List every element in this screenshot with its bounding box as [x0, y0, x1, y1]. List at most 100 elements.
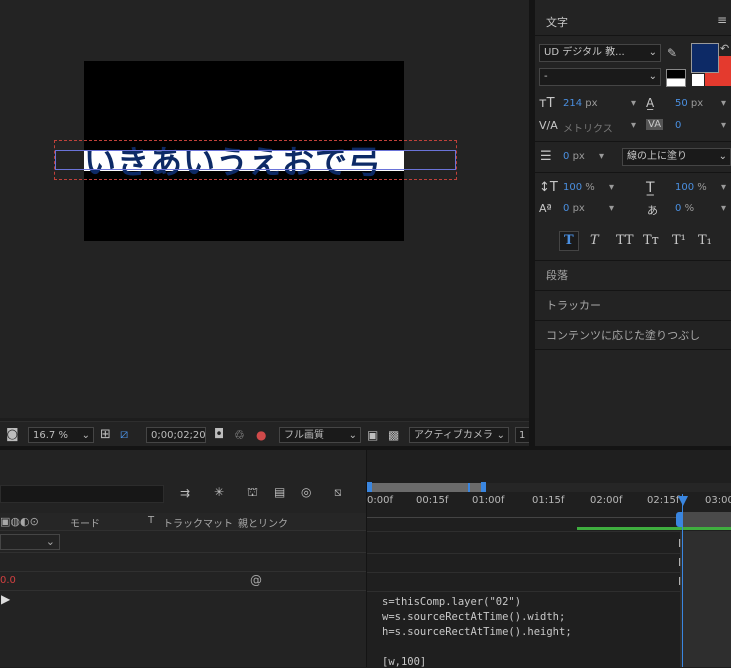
font-style-dropdown[interactable]: - ⌄ — [539, 68, 661, 86]
keyframe-icon[interactable]: I — [678, 537, 681, 550]
baseline-shift-field[interactable]: 0 px — [563, 203, 585, 214]
superscript-button[interactable]: T¹ — [672, 233, 686, 248]
content-aware-fill-section[interactable]: コンテンツに応じた塗りつぶし — [535, 320, 731, 349]
font-size-field[interactable]: 214 px — [563, 98, 598, 109]
chevron-down-icon[interactable]: ▾ — [721, 203, 726, 214]
white-swatch[interactable] — [666, 78, 686, 87]
no-fill-swatch[interactable] — [692, 74, 704, 86]
tracking-icon: VA — [646, 119, 664, 130]
mode-column-header[interactable]: モード — [70, 515, 100, 530]
t-column-header[interactable]: T — [148, 515, 154, 526]
parent-column-header[interactable]: 親とリンク — [238, 515, 288, 530]
expression-line[interactable]: w=s.sourceRectAtTime().width; — [382, 611, 565, 623]
vertical-scale-field[interactable]: 100 % — [563, 182, 595, 193]
horizontal-scale-unit: % — [697, 182, 707, 193]
property-value[interactable]: 0.0 — [0, 575, 16, 586]
zoom-dropdown[interactable]: 16.7 % ⌄ — [28, 427, 94, 443]
leading-field[interactable]: 50 px — [675, 98, 703, 109]
keyframe-icon[interactable]: I — [678, 575, 681, 588]
font-style-value: - — [544, 71, 548, 82]
tsume-field[interactable]: 0 % — [675, 203, 694, 214]
layer-duration-bar[interactable] — [679, 512, 731, 527]
paragraph-section[interactable]: 段落 — [535, 260, 731, 289]
chevron-down-icon[interactable]: ▾ — [721, 182, 726, 193]
tracker-section[interactable]: トラッカー — [535, 290, 731, 319]
faux-bold-button[interactable]: T — [564, 233, 574, 248]
font-family-dropdown[interactable]: UD デジタル 教... ⌄ — [539, 44, 661, 62]
chevron-down-icon[interactable]: ▾ — [609, 182, 614, 193]
baseline-shift-value: 0 — [563, 203, 570, 214]
work-area-navigator[interactable] — [369, 483, 484, 492]
chevron-down-icon[interactable]: ▾ — [599, 151, 604, 162]
fill-color-swatch[interactable] — [691, 43, 719, 73]
chevron-down-icon[interactable]: ▾ — [631, 98, 636, 109]
mask-icon[interactable]: ◙ — [6, 427, 19, 443]
composition-viewer[interactable]: いきあいうえおで弓 — [0, 0, 529, 418]
composition-mini-flowchart-icon[interactable]: ⇉ — [180, 486, 190, 500]
frame-blending-icon[interactable]: ▤ — [274, 485, 285, 499]
draft-3d-icon[interactable]: ✳ — [214, 485, 224, 499]
layer-row[interactable]: ⌄ — [0, 531, 366, 553]
channel-icon[interactable]: ● — [256, 427, 266, 443]
property-row — [0, 553, 366, 572]
leading-value: 50 — [675, 98, 688, 109]
chevron-down-icon: ⌄ — [81, 430, 90, 441]
property-row[interactable]: 0.0 @ — [0, 572, 366, 591]
expression-line[interactable]: h=s.sourceRectAtTime().height; — [382, 626, 572, 638]
search-input[interactable] — [0, 485, 164, 503]
stroke-width-field[interactable]: 0 px — [563, 151, 585, 162]
small-caps-button[interactable]: Tт — [643, 233, 659, 248]
keyframe-icon[interactable]: I — [678, 556, 681, 569]
navigator-end-handle[interactable] — [481, 482, 486, 492]
playhead-handle[interactable] — [678, 496, 688, 506]
chevron-down-icon[interactable]: ▾ — [631, 120, 636, 131]
mode-dropdown[interactable]: ⌄ — [0, 534, 60, 550]
camera-dropdown[interactable]: アクティブカメラ ⌄ — [409, 427, 509, 443]
stroke-option-value: 線の上に塗り — [627, 151, 687, 162]
chevron-down-icon[interactable]: ▾ — [721, 98, 726, 109]
motion-blur-icon[interactable]: ◎ — [301, 485, 311, 499]
time-tick: 01:15f — [532, 495, 565, 506]
graph-editor-icon[interactable]: ⧅ — [334, 485, 342, 500]
all-caps-button[interactable]: TT — [616, 233, 634, 248]
current-time-field[interactable]: 0;00;02;20 — [146, 427, 206, 443]
hide-shy-layers-icon[interactable]: ⛫ — [247, 485, 258, 501]
safe-margins-icon[interactable]: ⊞ — [100, 427, 111, 443]
expression-toggle-icon[interactable]: ▶ — [1, 592, 10, 606]
kerning-dropdown[interactable]: メトリクス — [563, 120, 613, 135]
chevron-down-icon: ⌄ — [348, 430, 357, 441]
time-tick: 02:15f — [647, 495, 680, 506]
region-of-interest-icon[interactable]: ▣ — [367, 427, 378, 443]
expression-line[interactable]: [w,100] — [382, 656, 426, 668]
zoom-value: 16.7 % — [33, 430, 68, 441]
horizontal-scale-field[interactable]: 100 % — [675, 182, 707, 193]
panel-menu-icon[interactable]: ≡ — [717, 13, 727, 27]
mask-path-visibility-icon[interactable]: ⧄ — [120, 427, 128, 443]
expression-pickwhip-icon[interactable]: @ — [250, 573, 262, 587]
chevron-down-icon[interactable]: ▾ — [609, 203, 614, 214]
expression-line[interactable]: s=thisComp.layer("02") — [382, 596, 521, 608]
camera-snapshot-icon[interactable]: ◘ — [214, 427, 224, 443]
swap-colors-icon[interactable]: ↶ — [720, 42, 729, 55]
trackmatte-column-header[interactable]: トラックマット — [163, 515, 233, 530]
stroke-option-dropdown[interactable]: 線の上に塗り ⌄ — [622, 148, 731, 166]
show-snapshot-icon[interactable]: ♲ — [234, 427, 245, 443]
work-area-bar[interactable] — [577, 527, 731, 530]
chevron-down-icon: ⌄ — [496, 430, 505, 441]
navigator-playhead — [468, 483, 470, 492]
chevron-down-icon[interactable]: ▾ — [721, 120, 726, 131]
transparency-grid-icon[interactable]: ▩ — [388, 427, 399, 443]
divider — [367, 531, 731, 532]
font-size-icon: ᴛT — [539, 96, 555, 111]
vertical-scale-value: 100 — [563, 182, 583, 193]
tracking-field[interactable]: 0 — [675, 120, 681, 131]
vertical-scale-icon: ↕T — [539, 180, 558, 195]
eyedropper-icon[interactable]: ✎ — [667, 46, 677, 60]
subscript-button[interactable]: T₁ — [698, 233, 712, 248]
navigator-start-handle[interactable] — [367, 482, 372, 492]
switches-icons: ▣◍◐⊙ — [0, 515, 39, 528]
character-panel: 文字 ≡ UD デジタル 教... ⌄ ✎ - ⌄ ↶ ᴛT 214 px ▾ A̲… — [535, 0, 731, 446]
faux-italic-button[interactable]: T — [590, 233, 599, 248]
column-header-row: ▣◍◐⊙ モード T トラックマット 親とリンク — [0, 513, 366, 531]
resolution-dropdown[interactable]: フル画質 ⌄ — [279, 427, 361, 443]
